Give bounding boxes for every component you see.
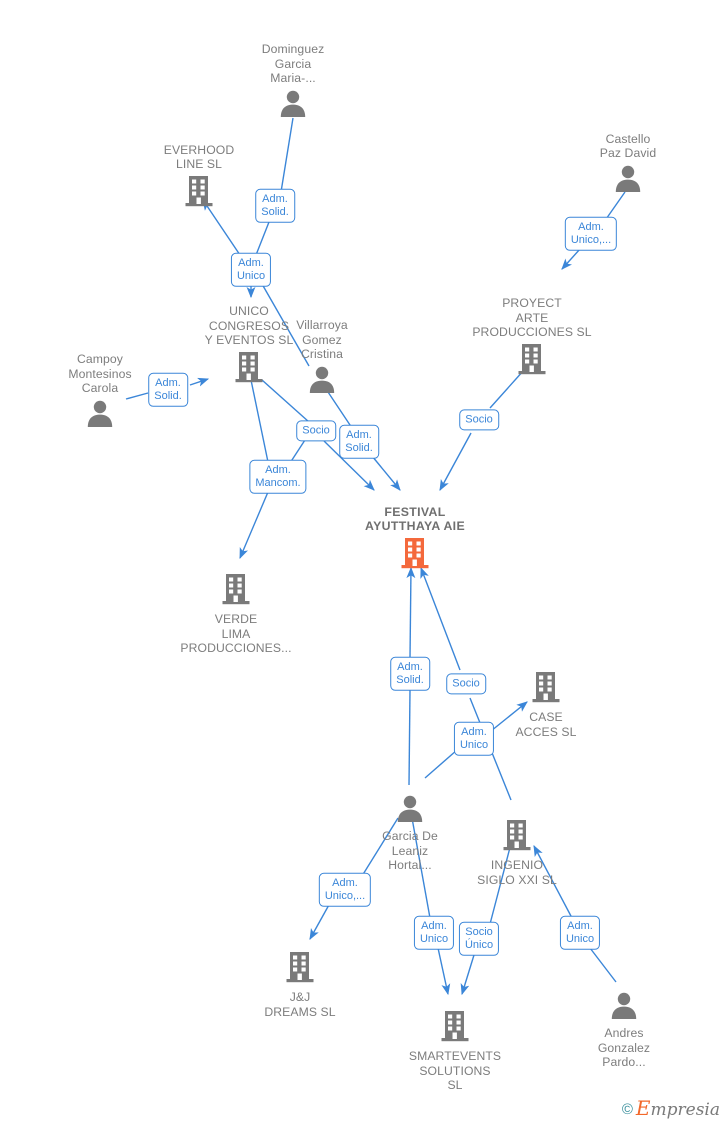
node-label-proyect: PROYECT ARTE PRODUCCIONES SL: [472, 296, 592, 340]
relation-badge-b1[interactable]: Adm. Solid.: [255, 188, 295, 224]
edge-b13-to-smartevents: [437, 947, 451, 996]
building-icon: [345, 536, 485, 575]
brand-rest: mpresia: [650, 1100, 721, 1120]
relation-badge-b11[interactable]: Adm. Unico: [453, 721, 495, 757]
building-icon: [447, 818, 587, 857]
node-label-verdelima: VERDE LIMA PRODUCCIONES...: [180, 612, 292, 656]
node-label-festival: FESTIVAL AYUTTHAYA AIE: [365, 504, 465, 534]
relation-badge-b3[interactable]: Adm. Unico,...: [564, 216, 618, 252]
relation-badge-b7[interactable]: Socio: [459, 409, 499, 431]
relation-badge-b15[interactable]: Adm. Unico: [559, 915, 601, 951]
edge-b9-to-festival: [406, 566, 416, 659]
relation-badge-b12[interactable]: Adm. Unico,...: [318, 872, 372, 908]
brand-name: Empresia: [636, 1098, 721, 1120]
edge-andres-to-b15: [589, 947, 617, 983]
relation-badge-b14[interactable]: Socio Único: [458, 921, 500, 957]
copyright-icon: ©: [621, 1101, 633, 1118]
edge-b7-to-festival: [439, 432, 472, 491]
edge-b3-to-proyect: [561, 248, 581, 270]
relation-badge-b5[interactable]: Socio: [296, 420, 336, 442]
node-label-smartevents: SMARTEVENTS SOLUTIONS SL: [408, 1049, 502, 1093]
brand-initial: E: [635, 1096, 651, 1120]
person-icon: [223, 88, 363, 123]
edge-b1-to-b2: [255, 221, 270, 256]
person-icon: [252, 364, 392, 399]
node-label-andres: Andres Gonzalez Pardo...: [597, 1026, 651, 1070]
relation-badge-b8[interactable]: Adm. Mancom.: [249, 459, 307, 495]
node-andres[interactable]: Andres Gonzalez Pardo...: [554, 990, 694, 1070]
node-festival[interactable]: FESTIVAL AYUTTHAYA AIE: [345, 505, 485, 575]
empresia-watermark: © Empresia: [621, 1098, 721, 1120]
node-label-dominguez: Dominguez Garcia Maria-...: [261, 42, 325, 86]
node-caseacces[interactable]: CASE ACCES SL: [476, 670, 616, 739]
relationship-diagram: Dominguez Garcia Maria-... EVERHOOD LINE …: [0, 0, 728, 1125]
edge-garcia-to-b11: [424, 749, 458, 779]
relation-badge-b13[interactable]: Adm. Unico: [413, 915, 455, 951]
relation-badge-b2[interactable]: Adm. Unico: [230, 252, 272, 288]
edge-b12-to-jjdreams: [309, 902, 331, 940]
edge-garcia-to-b9: [408, 689, 411, 786]
node-castello[interactable]: Castello Paz David: [558, 132, 698, 198]
building-icon: [166, 572, 306, 611]
node-jjdreams[interactable]: J&J DREAMS SL: [230, 950, 370, 1019]
node-everhood[interactable]: EVERHOOD LINE SL: [129, 143, 269, 213]
edge-b14-to-smartevents: [460, 954, 475, 996]
node-label-castello: Castello Paz David: [599, 131, 657, 161]
building-icon: [476, 670, 616, 709]
relation-badge-b10[interactable]: Socio: [446, 673, 486, 695]
relation-badge-b6[interactable]: Adm. Solid.: [339, 424, 379, 460]
person-icon: [554, 990, 694, 1025]
node-label-jjdreams: J&J DREAMS SL: [264, 990, 336, 1019]
person-icon: [558, 163, 698, 198]
edge-dominguez-to-b1: [280, 117, 294, 193]
node-proyect[interactable]: PROYECT ARTE PRODUCCIONES SL: [462, 296, 602, 381]
building-icon: [129, 174, 269, 213]
node-ingenio[interactable]: INGENIO SIGLO XXI SL: [447, 818, 587, 887]
node-smartevents[interactable]: SMARTEVENTS SOLUTIONS SL: [385, 1009, 525, 1093]
node-label-everhood: EVERHOOD LINE SL: [163, 142, 235, 172]
relation-badge-b9[interactable]: Adm. Solid.: [390, 656, 430, 692]
node-label-caseacces: CASE ACCES SL: [515, 710, 577, 739]
node-villarroya[interactable]: Villarroya Gomez Cristina: [252, 318, 392, 399]
building-icon: [385, 1009, 525, 1048]
building-icon: [230, 950, 370, 989]
relation-badge-b4[interactable]: Adm. Solid.: [148, 372, 188, 408]
edge-b10-to-festival: [420, 566, 461, 671]
node-label-ingenio: INGENIO SIGLO XXI SL: [477, 858, 557, 887]
node-label-villarroya: Villarroya Gomez Cristina: [296, 318, 348, 362]
node-dominguez[interactable]: Dominguez Garcia Maria-...: [223, 42, 363, 123]
node-verdelima[interactable]: VERDE LIMA PRODUCCIONES...: [166, 572, 306, 656]
edge-b8-to-verdelima: [239, 491, 269, 560]
edge-b6-to-festival: [371, 455, 401, 491]
building-icon: [462, 342, 602, 381]
